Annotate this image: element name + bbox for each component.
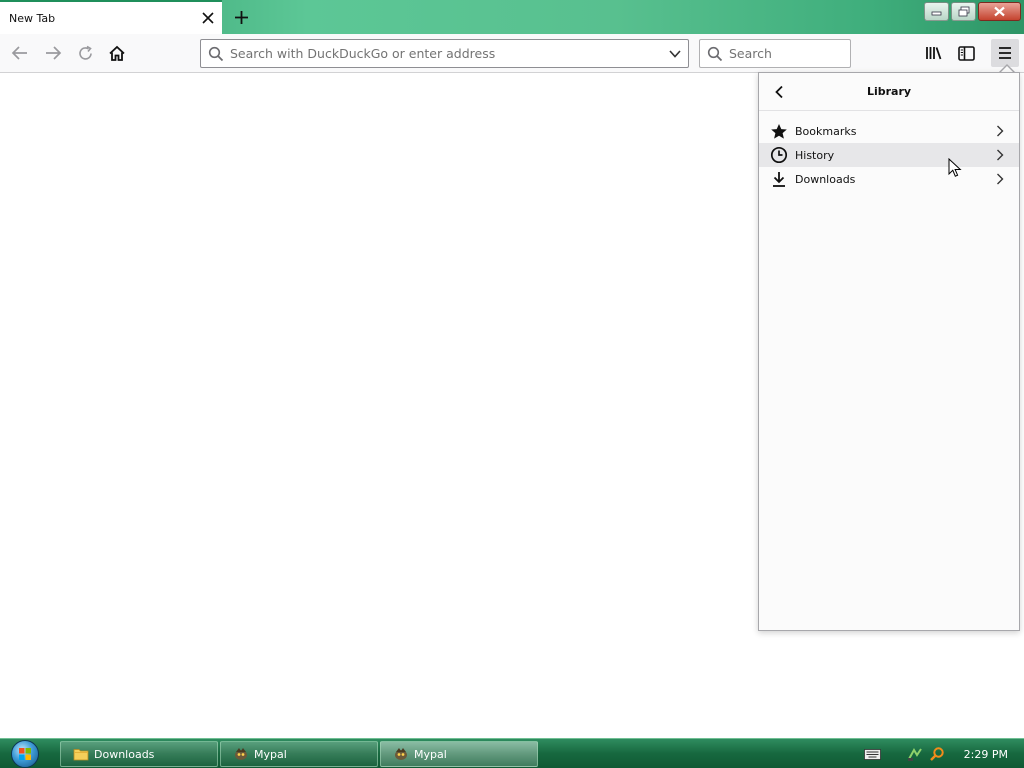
download-icon bbox=[769, 169, 789, 189]
library-item-history[interactable]: History bbox=[759, 143, 1019, 167]
reload-icon bbox=[78, 45, 92, 60]
system-tray: 2:29 PM bbox=[864, 739, 1024, 768]
forward-arrow-icon bbox=[46, 46, 62, 60]
windows-logo-icon bbox=[11, 740, 39, 768]
chevron-right-icon bbox=[993, 124, 1007, 138]
taskbar-item-mypal-active[interactable]: Mypal bbox=[380, 741, 538, 767]
address-input[interactable] bbox=[230, 46, 660, 61]
taskbar-item-downloads[interactable]: Downloads bbox=[60, 741, 218, 767]
clock-icon bbox=[769, 145, 789, 165]
taskbar-item-label: Downloads bbox=[94, 747, 155, 761]
mypal-icon bbox=[393, 746, 409, 762]
tab-new-tab[interactable]: New Tab bbox=[0, 0, 222, 34]
library-item-label: Downloads bbox=[795, 172, 856, 186]
close-window-button[interactable] bbox=[978, 2, 1021, 21]
restore-button[interactable] bbox=[951, 2, 976, 21]
chevron-right-icon bbox=[993, 172, 1007, 186]
plus-icon bbox=[234, 10, 248, 24]
forward-button[interactable] bbox=[39, 39, 67, 67]
close-tab-icon[interactable] bbox=[200, 10, 216, 26]
library-item-downloads[interactable]: Downloads bbox=[759, 167, 1019, 191]
tab-title: New Tab bbox=[9, 11, 56, 25]
back-arrow-icon bbox=[11, 46, 27, 60]
search-bar[interactable] bbox=[699, 39, 851, 68]
search-tray-icon[interactable] bbox=[928, 745, 946, 763]
minimize-icon bbox=[931, 11, 942, 15]
window-controls bbox=[924, 2, 1021, 21]
taskbar-item-mypal[interactable]: Mypal bbox=[220, 741, 378, 767]
library-item-bookmarks[interactable]: Bookmarks bbox=[759, 119, 1019, 143]
title-bar: New Tab bbox=[0, 0, 1024, 34]
new-tab-button[interactable] bbox=[228, 4, 254, 30]
back-button[interactable] bbox=[6, 39, 34, 67]
restore-icon bbox=[958, 6, 969, 17]
library-item-label: History bbox=[795, 148, 835, 162]
library-icon bbox=[926, 47, 942, 60]
home-button[interactable] bbox=[103, 39, 131, 67]
network-icon[interactable] bbox=[906, 745, 924, 763]
chevron-right-icon bbox=[993, 148, 1007, 162]
panel-title: Library bbox=[866, 85, 912, 98]
address-bar[interactable] bbox=[200, 39, 689, 68]
star-icon bbox=[769, 121, 789, 141]
home-icon bbox=[109, 45, 125, 61]
start-button[interactable] bbox=[4, 739, 46, 768]
search-input[interactable] bbox=[729, 46, 839, 61]
sidebar-button[interactable] bbox=[952, 39, 980, 67]
menu-button[interactable] bbox=[991, 39, 1019, 67]
hamburger-icon bbox=[999, 47, 1011, 59]
mypal-icon bbox=[233, 746, 249, 762]
search-icon bbox=[707, 46, 723, 61]
taskbar-item-label: Mypal bbox=[254, 747, 287, 761]
library-panel: Library Bookmarks History Downloads bbox=[758, 72, 1020, 631]
taskbar: Downloads Mypal Mypal 2:29 PM bbox=[0, 738, 1024, 768]
search-icon bbox=[208, 46, 224, 61]
library-button[interactable] bbox=[920, 39, 948, 67]
back-chevron-icon[interactable] bbox=[769, 82, 789, 102]
navigation-toolbar bbox=[0, 34, 1024, 73]
folder-icon bbox=[73, 746, 89, 762]
close-icon bbox=[994, 6, 1005, 17]
chevron-down-icon[interactable] bbox=[668, 47, 682, 61]
clock[interactable]: 2:29 PM bbox=[964, 748, 1008, 761]
taskbar-item-label: Mypal bbox=[414, 747, 447, 761]
minimize-button[interactable] bbox=[924, 2, 949, 21]
panel-header: Library bbox=[759, 73, 1019, 111]
sidebar-icon bbox=[957, 45, 975, 61]
keyboard-icon[interactable] bbox=[864, 745, 882, 763]
reload-button[interactable] bbox=[71, 39, 99, 67]
library-item-label: Bookmarks bbox=[795, 124, 857, 138]
library-list: Bookmarks History Downloads bbox=[759, 111, 1019, 191]
